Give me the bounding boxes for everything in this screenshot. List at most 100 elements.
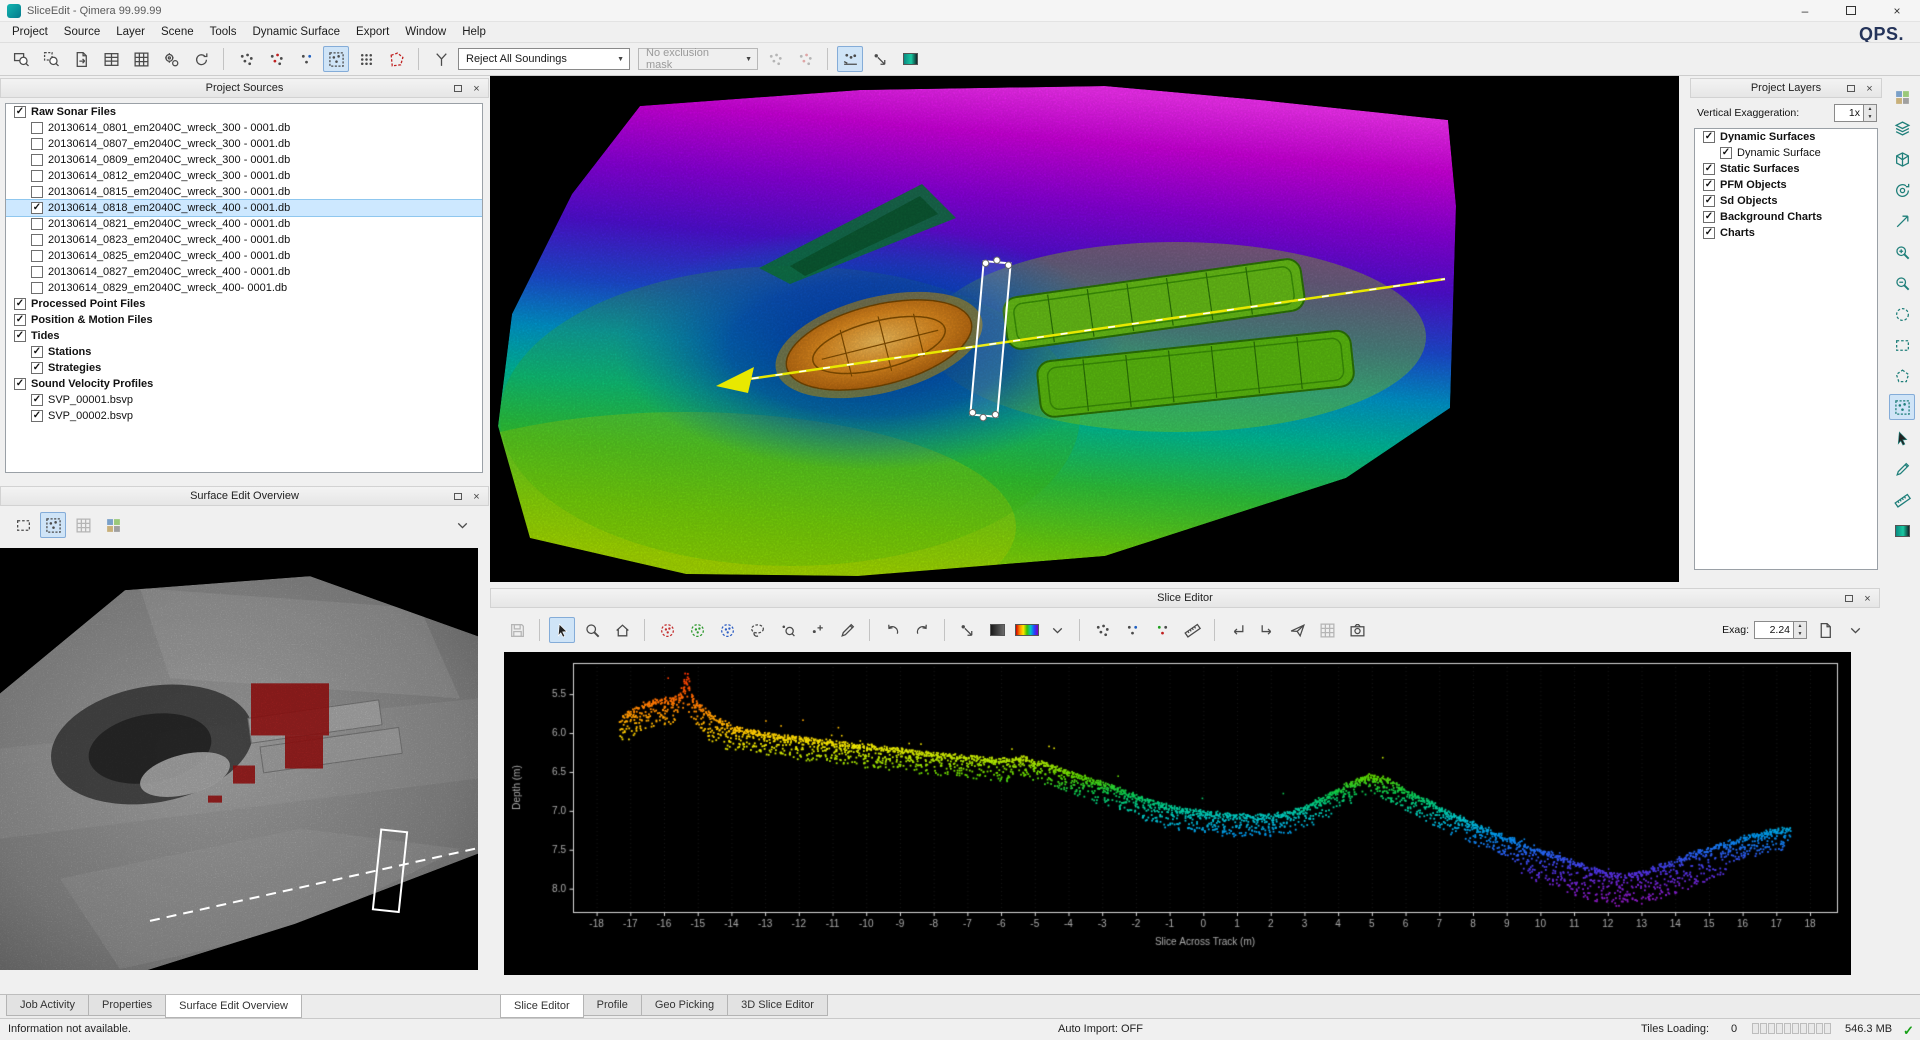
menu-window[interactable]: Window [397, 24, 454, 40]
checkbox[interactable]: ✓ [31, 362, 43, 374]
tab-geo-picking[interactable]: Geo Picking [641, 995, 728, 1016]
annotate-icon[interactable] [1889, 456, 1915, 482]
tree-item-20130614-0821-em2040c-wreck-400-0001-db[interactable]: ✓20130614_0821_em2040C_wreck_400 - 0001.… [6, 216, 482, 232]
tree-item-dynamic-surfaces[interactable]: ✓Dynamic Surfaces [1695, 129, 1877, 145]
select-circle-icon[interactable] [1889, 301, 1915, 327]
report-page-icon[interactable] [1812, 617, 1838, 643]
checkbox[interactable]: ✓ [1703, 227, 1715, 239]
select-polygon-icon[interactable] [1889, 363, 1915, 389]
tree-item-20130614-0815-em2040c-wreck-300-0001-db[interactable]: ✓20130614_0815_em2040C_wreck_300 - 0001.… [6, 184, 482, 200]
tree-item-20130614-0829-em2040c-wreck-400-0001-db[interactable]: ✓20130614_0829_em2040C_wreck_400- 0001.d… [6, 280, 482, 296]
checkbox[interactable]: ✓ [31, 266, 43, 278]
menu-dynamic-surface[interactable]: Dynamic Surface [244, 24, 348, 40]
tree-item-stations[interactable]: ✓Stations [6, 344, 482, 360]
tree-item-20130614-0809-em2040c-wreck-300-0001-db[interactable]: ✓20130614_0809_em2040C_wreck_300 - 0001.… [6, 152, 482, 168]
point-arrow-icon[interactable] [954, 617, 980, 643]
tree-item-svp-00002-bsvp[interactable]: ✓SVP_00002.bsvp [6, 408, 482, 424]
checkbox[interactable]: ✓ [31, 122, 43, 134]
attribute-table-icon[interactable] [98, 46, 124, 72]
dot-size-icon[interactable] [1089, 617, 1115, 643]
exag-stepper[interactable]: 2.24 ▲▼ [1754, 621, 1807, 639]
point-info-icon[interactable] [834, 617, 860, 643]
surface-overview-view[interactable] [0, 548, 478, 970]
checkbox[interactable]: ✓ [31, 250, 43, 262]
undo-icon[interactable] [879, 617, 905, 643]
reprocess-icon[interactable] [188, 46, 214, 72]
checkbox[interactable]: ✓ [31, 394, 43, 406]
palette-icon[interactable] [1889, 518, 1915, 544]
close-panel-icon[interactable]: × [1862, 81, 1877, 96]
checkbox[interactable]: ✓ [31, 234, 43, 246]
tree-item-processed-point-files[interactable]: ✓Processed Point Files [6, 296, 482, 312]
pick-tool-icon[interactable] [1889, 425, 1915, 451]
checkbox[interactable]: ✓ [1720, 147, 1732, 159]
measure-tool-icon[interactable] [1889, 487, 1915, 513]
menu-tools[interactable]: Tools [202, 24, 245, 40]
zoom-extents-icon[interactable] [609, 617, 635, 643]
dot-flags-icon[interactable] [1149, 617, 1175, 643]
checkbox[interactable]: ✓ [31, 282, 43, 294]
tree-item-static-surfaces[interactable]: ✓Static Surfaces [1695, 161, 1877, 177]
tree-item-raw-sonar-files[interactable]: ✓Raw Sonar Files [6, 104, 482, 120]
spin-up-icon[interactable]: ▲ [1794, 622, 1806, 630]
tree-item-tides[interactable]: ✓Tides [6, 328, 482, 344]
snapshot-icon[interactable] [1344, 617, 1370, 643]
select-brush-icon[interactable] [714, 617, 740, 643]
tree-item-20130614-0807-em2040c-wreck-300-0001-db[interactable]: ✓20130614_0807_em2040C_wreck_300 - 0001.… [6, 136, 482, 152]
tree-item-20130614-0812-em2040c-wreck-300-0001-db[interactable]: ✓20130614_0812_em2040C_wreck_300 - 0001.… [6, 168, 482, 184]
close-panel-icon[interactable]: × [469, 81, 484, 96]
checkbox[interactable]: ✓ [31, 410, 43, 422]
reject-polygon-icon[interactable] [383, 46, 409, 72]
spin-down-icon[interactable]: ▼ [1864, 113, 1876, 121]
float-panel-icon[interactable] [450, 489, 465, 504]
checkbox[interactable]: ✓ [31, 138, 43, 150]
layout-grid-icon[interactable] [1889, 84, 1915, 110]
tile-colors-icon[interactable] [100, 512, 126, 538]
checkbox[interactable]: ✓ [14, 298, 26, 310]
checkbox[interactable]: ✓ [31, 170, 43, 182]
point-display-icon[interactable] [837, 46, 863, 72]
select-cursor-icon[interactable] [549, 617, 575, 643]
filter-tool-icon[interactable] [428, 46, 454, 72]
zoom-select-icon[interactable] [38, 46, 64, 72]
tree-item-20130614-0827-em2040c-wreck-400-0001-db[interactable]: ✓20130614_0827_em2040C_wreck_400 - 0001.… [6, 264, 482, 280]
checkbox[interactable]: ✓ [14, 314, 26, 326]
tree-item-20130614-0825-em2040c-wreck-400-0001-db[interactable]: ✓20130614_0825_em2040C_wreck_400 - 0001.… [6, 248, 482, 264]
checkbox[interactable]: ✓ [31, 186, 43, 198]
tab-slice-editor[interactable]: Slice Editor [500, 995, 584, 1018]
zoom-window-icon[interactable] [8, 46, 34, 72]
menu-layer[interactable]: Layer [108, 24, 153, 40]
autoplay-icon[interactable] [1284, 617, 1310, 643]
checkbox[interactable]: ✓ [31, 202, 43, 214]
minimize-button[interactable]: – [1782, 0, 1828, 21]
tab-surface-edit-overview[interactable]: Surface Edit Overview [165, 995, 302, 1018]
vertical-exaggeration-stepper[interactable]: 1x ▲▼ [1834, 104, 1877, 122]
tree-item-20130614-0823-em2040c-wreck-400-0001-db[interactable]: ✓20130614_0823_em2040C_wreck_400 - 0001.… [6, 232, 482, 248]
checkbox[interactable]: ✓ [1703, 163, 1715, 175]
float-panel-icon[interactable] [1843, 81, 1858, 96]
tree-item-strategies[interactable]: ✓Strategies [6, 360, 482, 376]
accept-brush-icon[interactable] [684, 617, 710, 643]
checkbox[interactable]: ✓ [14, 330, 26, 342]
tree-item-charts[interactable]: ✓Charts [1695, 225, 1877, 241]
tab-job-activity[interactable]: Job Activity [6, 995, 89, 1016]
tree-item-sd-objects[interactable]: ✓Sd Objects [1695, 193, 1877, 209]
select-region-icon[interactable] [10, 512, 36, 538]
lasso-select-icon[interactable] [744, 617, 770, 643]
slice-profile-plot[interactable] [504, 652, 1851, 975]
edit-selection-icon[interactable] [40, 512, 66, 538]
checkbox[interactable]: ✓ [14, 378, 26, 390]
tab-properties[interactable]: Properties [88, 995, 166, 1016]
north-reset-icon[interactable] [1889, 208, 1915, 234]
tree-item-20130614-0818-em2040c-wreck-400-0001-db[interactable]: ✓20130614_0818_em2040C_wreck_400 - 0001.… [6, 200, 482, 216]
tree-item-sound-velocity-profiles[interactable]: ✓Sound Velocity Profiles [6, 376, 482, 392]
measure-icon[interactable] [1179, 617, 1205, 643]
tree-item-position-motion-files[interactable]: ✓Position & Motion Files [6, 312, 482, 328]
soundings-patch-icon[interactable] [293, 46, 319, 72]
checkbox[interactable]: ✓ [1703, 131, 1715, 143]
zoom-in-icon[interactable] [1889, 239, 1915, 265]
export-points-icon[interactable] [68, 46, 94, 72]
checkbox[interactable]: ✓ [31, 154, 43, 166]
dot-filter-icon[interactable] [1119, 617, 1145, 643]
menu-source[interactable]: Source [56, 24, 108, 40]
